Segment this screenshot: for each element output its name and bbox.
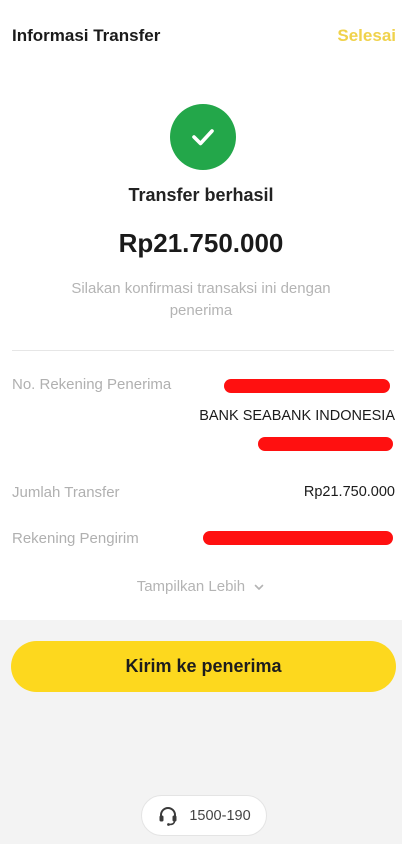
transfer-amount: Rp21.750.000: [118, 228, 284, 258]
redaction-mark: [224, 379, 390, 393]
status-title: Transfer berhasil: [128, 185, 274, 205]
redaction-mark: [203, 531, 393, 545]
confirmation-note: Silakan konfirmasi transaksi ini dengan …: [71, 280, 331, 319]
check-icon: [192, 129, 214, 146]
recipient-bank: BANK SEABANK INDONESIA: [199, 408, 395, 424]
success-badge: [170, 104, 236, 170]
divider: [12, 350, 394, 351]
headset-icon: [159, 806, 177, 826]
transfer-amount-label: Jumlah Transfer: [12, 484, 120, 501]
recipient-account-label: No. Rekening Penerima: [12, 376, 172, 393]
sender-account-label: Rekening Pengirim: [12, 530, 139, 547]
page-title: Informasi Transfer: [12, 26, 161, 45]
send-to-recipient-button[interactable]: Kirim ke penerima: [11, 641, 396, 692]
hotline-number: 1500-190: [189, 807, 251, 824]
chevron-down-icon: [254, 584, 264, 590]
show-more-link[interactable]: Tampilkan Lebih: [0, 578, 402, 595]
transfer-info-card: Informasi Transfer Selesai Transfer berh…: [0, 0, 402, 620]
hotline-button[interactable]: 1500-190: [141, 795, 267, 836]
done-button[interactable]: Selesai: [337, 26, 396, 46]
redaction-mark: [258, 437, 393, 451]
transfer-amount-value: Rp21.750.000: [303, 484, 395, 500]
header: Informasi Transfer Selesai: [0, 0, 402, 74]
show-more-label: Tampilkan Lebih: [136, 578, 246, 595]
